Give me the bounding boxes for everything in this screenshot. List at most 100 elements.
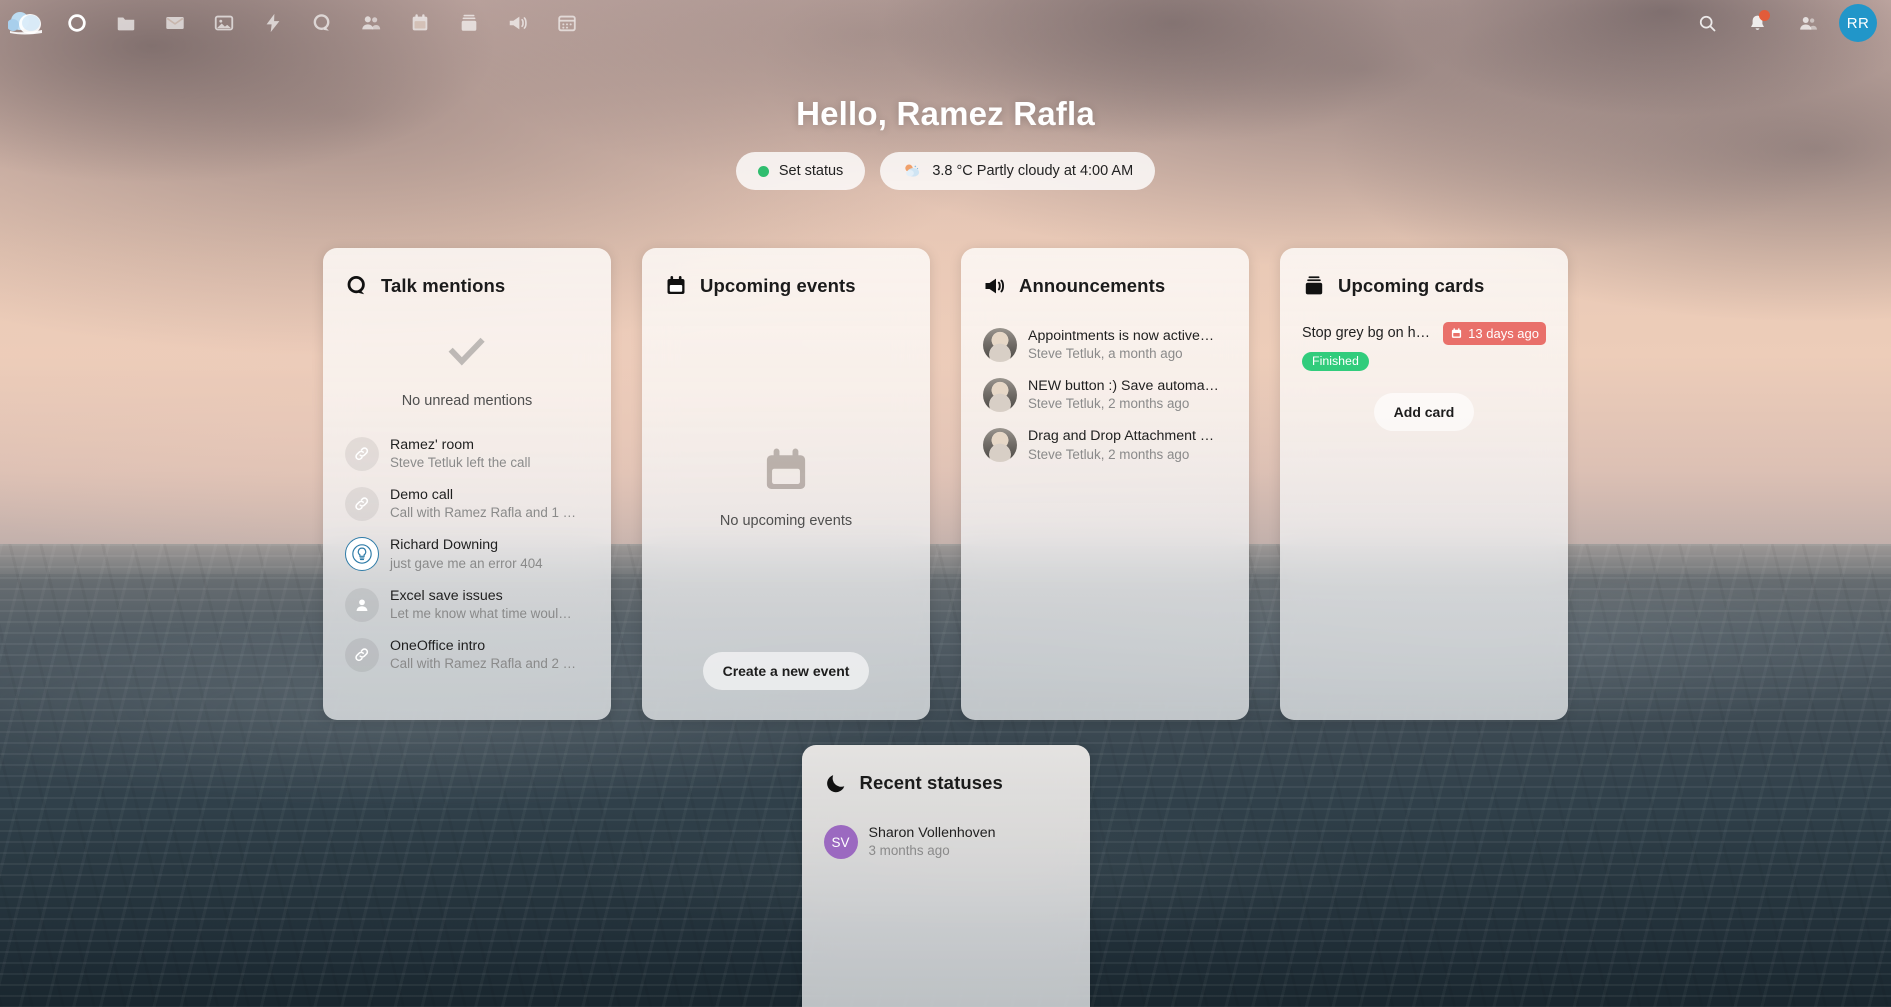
contacts-menu-icon	[1799, 16, 1817, 30]
talk-empty-text: No unread mentions	[401, 393, 533, 409]
list-item[interactable]: NEW button :) Save automa… Steve Tetluk,…	[978, 370, 1232, 420]
greeting-pills: Set status 3.8 °C Partly cloudy at 4:00 …	[0, 152, 1891, 190]
list-item[interactable]: Demo call Call with Ramez Rafla and 1 …	[340, 479, 594, 529]
app-icon-dashboard[interactable]	[52, 0, 101, 46]
list-item-title: Sharon Vollenhoven	[868, 825, 996, 841]
talk-mentions-list: Ramez' room Steve Tetluk left the call D…	[340, 429, 594, 680]
list-item[interactable]: Ramez' room Steve Tetluk left the call	[340, 429, 594, 479]
events-empty-state: No upcoming events	[659, 320, 913, 652]
list-item-subtitle: Steve Tetluk left the call	[390, 455, 531, 471]
avatar-initials: RR	[1846, 14, 1870, 32]
list-item-text: Sharon Vollenhoven 3 months ago	[869, 824, 1068, 860]
weather-label: 3.8 °C Partly cloudy at 4:00 AM	[932, 163, 1134, 179]
megaphone-icon	[983, 274, 1007, 298]
talk-empty-state: No unread mentions	[340, 328, 594, 409]
app-icon-files[interactable]	[101, 0, 150, 46]
nextcloud-logo[interactable]	[0, 0, 52, 46]
set-status-button[interactable]: Set status	[735, 152, 866, 190]
set-status-label: Set status	[778, 163, 844, 179]
due-date-badge: 13 days ago	[1443, 322, 1546, 345]
widget-header: Recent statuses	[819, 771, 1073, 795]
notifications-button[interactable]	[1735, 1, 1779, 45]
widget-title: Announcements	[1019, 275, 1166, 296]
list-item-subtitle: just gave me an error 404	[390, 555, 543, 571]
status-badge: Finished	[1302, 352, 1369, 371]
list-item-subtitle: Steve Tetluk, a month ago	[1028, 346, 1183, 362]
list-item[interactable]: Richard Downing just gave me an error 40…	[340, 529, 594, 579]
widget-header: Announcements	[978, 274, 1232, 298]
link-icon	[345, 637, 379, 672]
search-icon	[1699, 15, 1715, 31]
dashboard-bottom-row: Recent statuses SV Sharon Vollenhoven 3 …	[0, 745, 1891, 1007]
list-item-text: Excel save issues Let me know what time …	[390, 587, 589, 623]
avatar	[983, 378, 1017, 413]
list-item-title: NEW button :) Save automa…	[1028, 378, 1219, 395]
list-item[interactable]: SV Sharon Vollenhoven 3 months ago	[819, 817, 1073, 867]
list-item-text: Appointments is now active… Steve Tetluk…	[1028, 327, 1227, 363]
status-dot-icon	[757, 165, 769, 177]
app-icon-mail[interactable]	[150, 0, 199, 46]
list-item-subtitle: Call with Ramez Rafla and 2 …	[390, 655, 577, 671]
list-item-title: Richard Downing	[390, 537, 499, 554]
dashboard-widget-row: Talk mentions No unread mentions Ramez' …	[0, 248, 1891, 720]
greeting-section: Hello, Ramez Rafla Set status 3.8 °C Par…	[0, 95, 1891, 190]
list-item[interactable]: Drag and Drop Attachment … Steve Tetluk,…	[978, 420, 1232, 470]
create-new-event-button[interactable]: Create a new event	[702, 652, 870, 690]
list-item-subtitle: 3 months ago	[868, 843, 950, 859]
due-date-label: 13 days ago	[1468, 326, 1539, 341]
list-item-subtitle: Let me know what time woul…	[390, 605, 572, 621]
list-item[interactable]: Excel save issues Let me know what time …	[340, 580, 594, 630]
deck-card-title[interactable]: Stop grey bg on ho…	[1302, 322, 1433, 341]
partly-cloudy-icon	[902, 161, 922, 181]
calendar-small-icon	[1450, 327, 1463, 340]
recent-statuses-list: SV Sharon Vollenhoven 3 months ago	[819, 817, 1073, 867]
app-icon-appointments[interactable]	[542, 0, 591, 46]
widget-title: Talk mentions	[381, 275, 506, 296]
moon-icon	[824, 771, 848, 795]
widget-upcoming-events: Upcoming events No upcoming events Creat…	[642, 248, 930, 720]
avatar: SV	[823, 825, 858, 860]
list-item[interactable]: Appointments is now active… Steve Tetluk…	[978, 320, 1232, 370]
user-avatar[interactable]: RR	[1839, 4, 1877, 42]
list-item-title: Appointments is now active…	[1028, 328, 1215, 344]
widget-header: Talk mentions	[340, 274, 594, 298]
list-item[interactable]: OneOffice intro Call with Ramez Rafla an…	[340, 630, 594, 680]
app-icon-announcements[interactable]	[493, 0, 542, 46]
list-item-subtitle: Steve Tetluk, 2 months ago	[1028, 396, 1190, 412]
list-item-text: Drag and Drop Attachment … Steve Tetluk,…	[1028, 427, 1227, 463]
user-icon	[345, 587, 379, 622]
list-item-title: Demo call	[390, 487, 454, 504]
list-item-text: Demo call Call with Ramez Rafla and 1 …	[390, 486, 589, 522]
app-icon-deck[interactable]	[444, 0, 493, 46]
app-icon-photos[interactable]	[199, 0, 248, 46]
search-button[interactable]	[1685, 1, 1729, 45]
list-item-title: OneOffice intro	[390, 637, 486, 654]
list-item-text: Richard Downing just gave me an error 40…	[390, 536, 589, 572]
weather-status-button[interactable]: 3.8 °C Partly cloudy at 4:00 AM	[880, 152, 1156, 190]
top-bar-actions: RR	[1685, 1, 1891, 45]
announcements-list: Appointments is now active… Steve Tetluk…	[978, 320, 1232, 471]
list-item-subtitle: Steve Tetluk, 2 months ago	[1028, 446, 1190, 462]
app-icon-calendar[interactable]	[395, 0, 444, 46]
app-icon-activity[interactable]	[248, 0, 297, 46]
calendar-empty-icon	[759, 444, 813, 503]
app-icon-talk[interactable]	[297, 0, 346, 46]
avatar	[983, 428, 1017, 463]
add-card-button[interactable]: Add card	[1373, 393, 1475, 431]
link-icon	[345, 487, 379, 522]
widget-talk-mentions: Talk mentions No unread mentions Ramez' …	[323, 248, 611, 720]
link-icon	[345, 437, 379, 472]
contacts-menu-button[interactable]	[1785, 1, 1829, 45]
list-item-text: OneOffice intro Call with Ramez Rafla an…	[390, 637, 589, 673]
list-item-text: NEW button :) Save automa… Steve Tetluk,…	[1028, 377, 1227, 413]
list-item-subtitle: Call with Ramez Rafla and 1 …	[390, 505, 577, 521]
widget-announcements: Announcements Appointments is now active…	[961, 248, 1249, 720]
app-icon-contacts[interactable]	[346, 0, 395, 46]
list-item-title: Drag and Drop Attachment …	[1028, 428, 1215, 445]
app-navigation	[0, 0, 591, 46]
avatar-initials: SV	[831, 834, 850, 850]
deck-card-line: Stop grey bg on ho… 13 days ago	[1302, 322, 1546, 345]
avatar	[983, 328, 1017, 363]
check-icon	[444, 328, 490, 379]
widget-upcoming-cards: Upcoming cards Stop grey bg on ho… 13 da…	[1280, 248, 1568, 720]
